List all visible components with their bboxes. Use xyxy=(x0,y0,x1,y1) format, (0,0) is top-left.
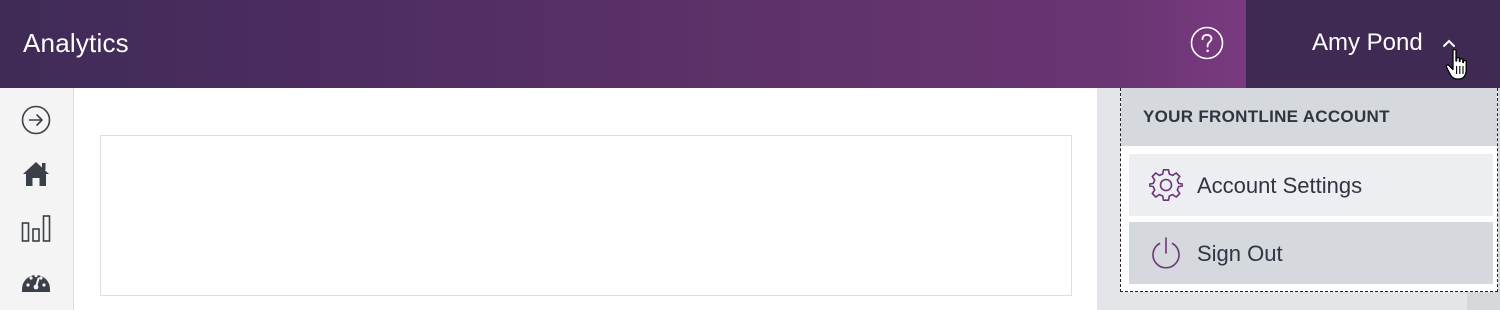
content-panel xyxy=(100,135,1072,296)
sidebar-item-expand[interactable] xyxy=(20,104,52,136)
account-settings-label: Account Settings xyxy=(1197,173,1363,198)
dropdown-section-header: YOUR FRONTLINE ACCOUNT xyxy=(1121,88,1497,146)
sign-out-label: Sign Out xyxy=(1197,241,1283,266)
question-circle-icon xyxy=(1190,26,1224,60)
account-settings-menu-item[interactable]: Account Settings xyxy=(1129,154,1493,216)
user-menu-toggle[interactable]: Amy Pond xyxy=(1246,0,1500,88)
sidebar-item-home[interactable] xyxy=(20,158,52,190)
sidebar-item-reports[interactable] xyxy=(20,212,52,244)
power-icon xyxy=(1152,237,1180,269)
app-title: Analytics xyxy=(23,28,129,58)
gear-icon xyxy=(1149,168,1183,201)
top-header-bar: Analytics Amy Pond xyxy=(0,0,1500,88)
chevron-up-icon xyxy=(1443,39,1455,47)
bar-chart-icon xyxy=(21,215,51,242)
hand-cursor-icon xyxy=(1445,48,1467,80)
account-section-title: YOUR FRONTLINE ACCOUNT xyxy=(1143,107,1390,126)
sidebar-item-dashboard[interactable] xyxy=(20,265,52,297)
dashboard-gauge-icon xyxy=(22,273,50,292)
home-icon xyxy=(23,162,49,186)
user-dropdown-menu: YOUR FRONTLINE ACCOUNT Account Settings … xyxy=(1120,88,1498,292)
left-sidebar xyxy=(0,88,74,310)
arrow-right-circle-icon xyxy=(21,105,51,135)
help-button[interactable] xyxy=(1190,26,1224,60)
user-name: Amy Pond xyxy=(1312,29,1423,56)
sign-out-menu-item[interactable]: Sign Out xyxy=(1129,222,1493,284)
